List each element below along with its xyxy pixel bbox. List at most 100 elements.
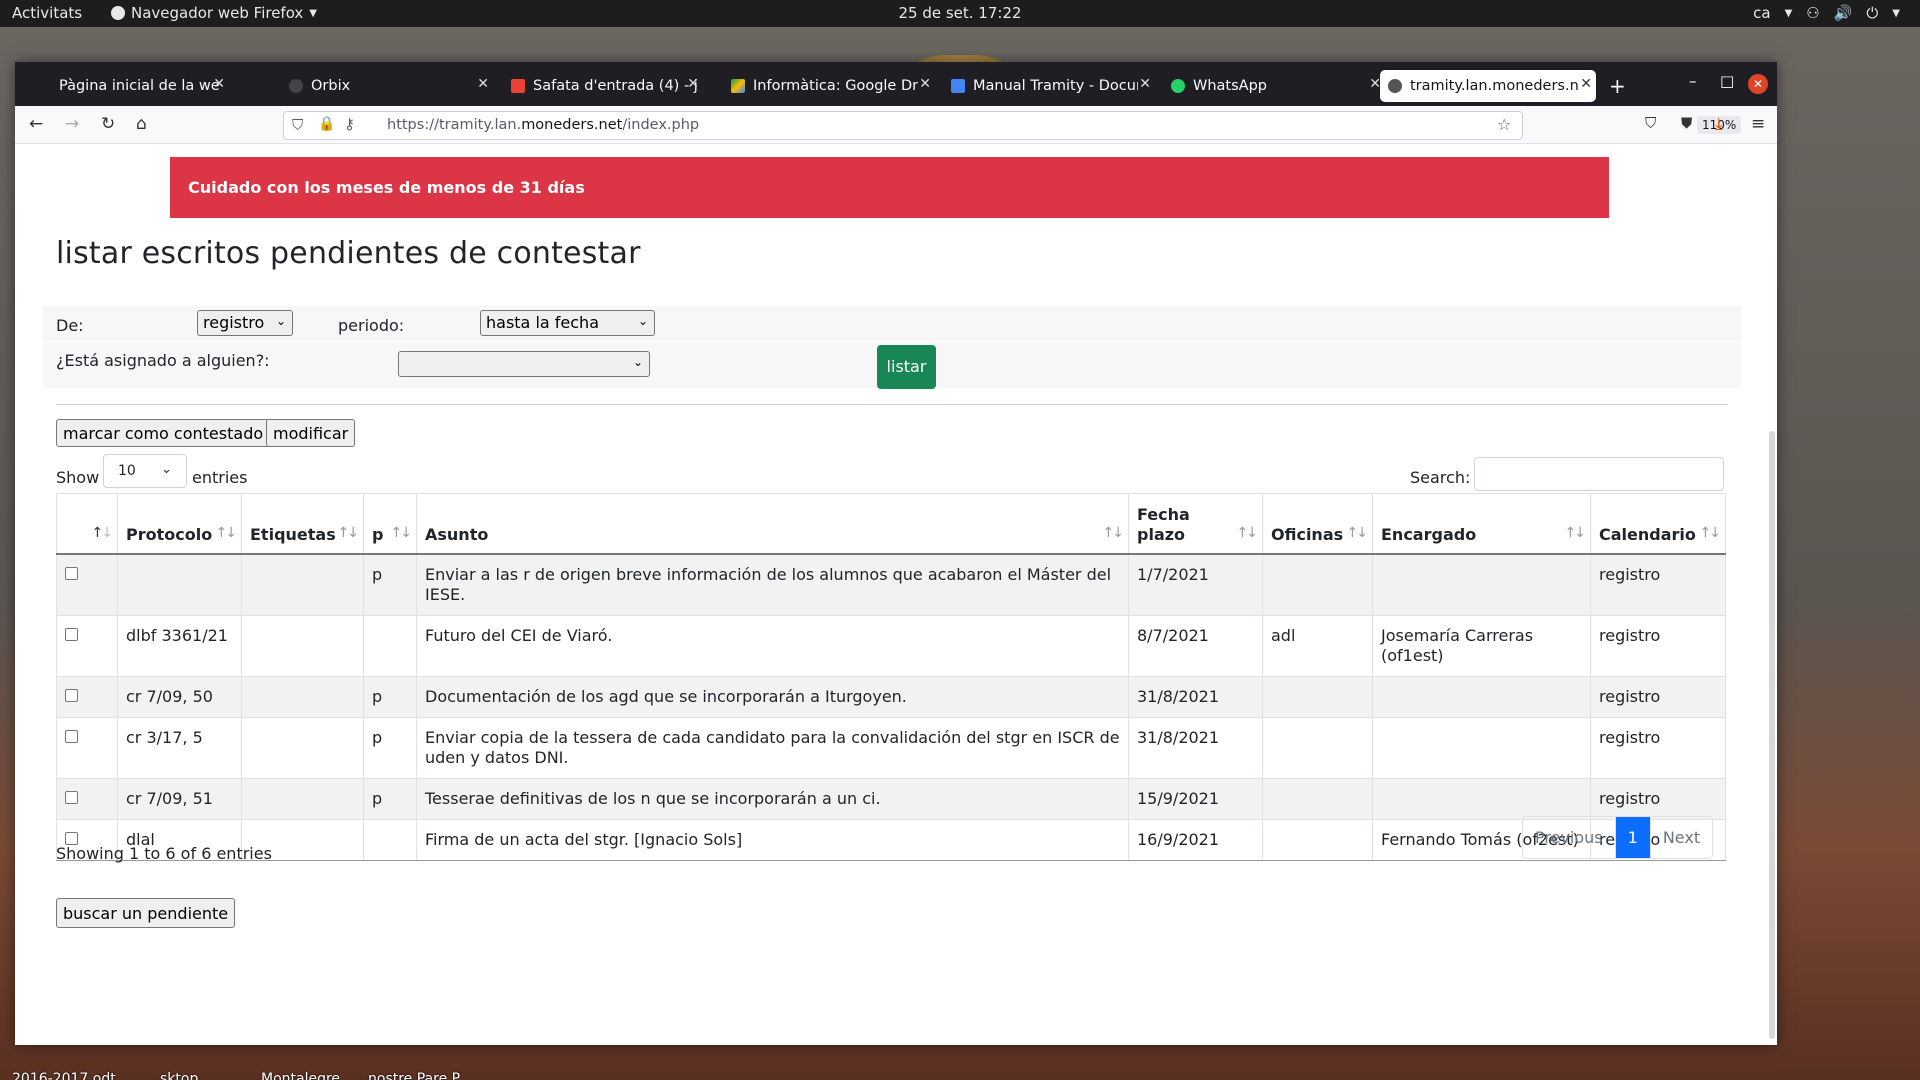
column-header[interactable]: Asunto ↑↓ [416,493,1129,555]
shield-icon[interactable]: ⛉ [292,116,303,134]
chevron-down-icon: ▼ [1784,7,1793,19]
offices-cell [1262,675,1373,717]
close-icon[interactable]: ✕ [1580,76,1592,92]
browser-tab[interactable]: Informàtica: Google Driv ✕ [725,70,935,102]
row-checkbox [56,777,118,819]
close-icon[interactable]: ✕ [213,76,225,92]
column-header[interactable]: p ↑↓ [363,493,417,555]
close-icon[interactable]: ✕ [477,76,489,92]
row-checkbox-input[interactable] [65,831,78,845]
bookmark-star-icon[interactable]: ☆ [1497,115,1511,134]
key-icon[interactable]: ⚷ [344,115,355,133]
column-header[interactable]: Fecha plazo ↑↓ [1128,493,1263,555]
browser-window: Pàgina inicial de la web de l ✕ Orbix ✕ … [15,62,1777,1045]
browser-tab[interactable]: Orbix ✕ [283,70,493,102]
row-checkbox-input[interactable] [65,627,78,641]
tags-cell [241,553,364,615]
table-row[interactable]: dlal Firma de un acta del stgr. [Ignacio … [56,818,1726,861]
table-row[interactable]: cr 7/09, 50 p Documentación de los agd que… [56,675,1726,717]
row-checkbox [56,716,118,778]
reload-icon[interactable]: ↻ [101,114,115,134]
asignado-select[interactable]: ⌄ [398,351,650,377]
sort-icon: ↑↓ [390,524,413,541]
modify-button[interactable]: modificar [266,419,356,447]
lock-icon[interactable]: 🔒 [318,116,335,132]
assignee-cell [1372,716,1591,778]
browser-tab[interactable]: Manual Tramity - Docum ✕ [945,70,1155,102]
tab-title: Pàgina inicial de la web de l [59,78,219,94]
next-page-button[interactable]: Next [1649,817,1712,858]
browser-tab-active[interactable]: tramity.lan.moneders.ne ✕ [1380,70,1596,102]
close-icon[interactable]: ✕ [687,76,699,92]
scrollbar[interactable] [1769,431,1775,1039]
browser-tab[interactable]: Safata d'entrada (4) - jor ✕ [503,70,703,102]
search-input[interactable] [1474,457,1724,491]
de-select[interactable]: registro ⌄ [197,310,293,336]
row-checkbox-input[interactable] [65,729,78,743]
sort-asc-icon: ↑↓ [91,524,113,541]
menu-icon[interactable]: ≡ [1751,114,1765,134]
close-window-button[interactable]: ✕ [1748,74,1768,94]
tab-title: Manual Tramity - Docum [973,78,1138,94]
maximize-button[interactable]: □ [1720,72,1734,90]
url-text[interactable]: https://tramity.lan.moneders.net/index.p… [387,117,699,133]
desktop-label[interactable]: Montalegre [261,1071,340,1080]
periodo-select[interactable]: hasta la fecha ⌄ [480,310,655,336]
minimize-button[interactable]: – [1689,72,1697,90]
search-pending-button[interactable]: buscar un pendiente [56,898,236,928]
browser-tab[interactable]: WhatsApp ✕ [1165,70,1385,102]
calendar-cell: registro [1590,716,1726,778]
page-button-current[interactable]: 1 [1614,817,1650,858]
subject-cell: Enviar a las r de origen breve informaci… [416,553,1129,615]
p-cell [363,614,417,676]
mark-answered-button[interactable]: marcar como contestado [56,419,271,447]
tab-title: tramity.lan.moneders.ne [1410,78,1578,94]
deadline-cell: 15/9/2021 [1128,777,1263,819]
forward-icon[interactable]: → [65,114,79,134]
pocket-icon[interactable]: ⛉ [1645,114,1656,132]
assignee-cell [1372,553,1591,615]
row-checkbox-input[interactable] [65,688,78,702]
column-header[interactable]: Protocolo ↑↓ [117,493,242,555]
language-indicator[interactable]: ca [1753,4,1770,22]
subject-cell: Futuro del CEI de Viaró. [416,614,1129,676]
row-checkbox-input[interactable] [65,790,78,804]
desktop-label[interactable]: 2016-2017.odt [12,1071,116,1080]
table-row[interactable]: p Enviar a las r de origen breve informac… [56,553,1726,615]
row-checkbox-input[interactable] [65,566,78,580]
table-row[interactable]: dlbf 3361/21 Futuro del CEI de Viaró. 8/7/… [56,614,1726,676]
back-icon[interactable]: ← [29,114,43,134]
listar-button[interactable]: listar [877,345,936,389]
table-row[interactable]: cr 7/09, 51 p Tesserae definitivas de los … [56,777,1726,819]
column-header[interactable]: Calendario ↑↓ [1590,493,1726,555]
chevron-down-icon: ⌄ [275,314,286,328]
system-tray[interactable]: ca ▼ ⚇ 🔊 ⏻ ▼ [1753,4,1900,22]
new-tab-button[interactable]: + [1609,74,1626,98]
download-icon[interactable]: ⤓ [1715,114,1723,134]
clock[interactable]: 25 de set. 17:22 [0,4,1920,22]
entries-length-select[interactable]: 10 ⌄ [103,454,187,488]
previous-page-button[interactable]: Previous [1523,817,1615,858]
column-header[interactable]: Encargado ↑↓ [1372,493,1591,555]
gmail-icon [511,79,525,93]
home-icon[interactable]: ⌂ [136,114,147,134]
desktop-label[interactable]: sktop [160,1071,198,1080]
close-icon[interactable]: ✕ [919,76,931,92]
p-cell [363,818,417,861]
close-icon[interactable]: ✕ [1139,76,1151,92]
desktop-label[interactable]: nostre Pare P... [368,1071,471,1080]
pending-table: ↑↓ Protocolo ↑↓ Etiquetas ↑↓ p ↑↓ Asunto ↑↓ … [56,493,1726,861]
column-header[interactable]: Etiquetas ↑↓ [241,493,364,555]
save-icon[interactable]: ⛊ [1681,114,1692,132]
browser-tab[interactable]: Pàgina inicial de la web de l ✕ [29,70,229,102]
url-bar[interactable]: ⛉ 🔒 ⚷ https://tramity.lan.moneders.net/i… [283,111,1742,140]
subject-cell: Firma de un acta del stgr. [Ignacio Sols… [416,818,1129,861]
subject-cell: Documentación de los agd que se incorpor… [416,675,1129,717]
column-header[interactable]: ↑↓ [56,493,118,555]
column-header[interactable]: Oficinas ↑↓ [1262,493,1373,555]
protocol-cell: cr 7/09, 51 [117,777,242,819]
chevron-down-icon: ⌄ [637,314,648,328]
row-checkbox [56,614,118,676]
deadline-cell: 1/7/2021 [1128,553,1263,615]
table-row[interactable]: cr 3/17, 5 p Enviar copia de la tessera de… [56,716,1726,778]
